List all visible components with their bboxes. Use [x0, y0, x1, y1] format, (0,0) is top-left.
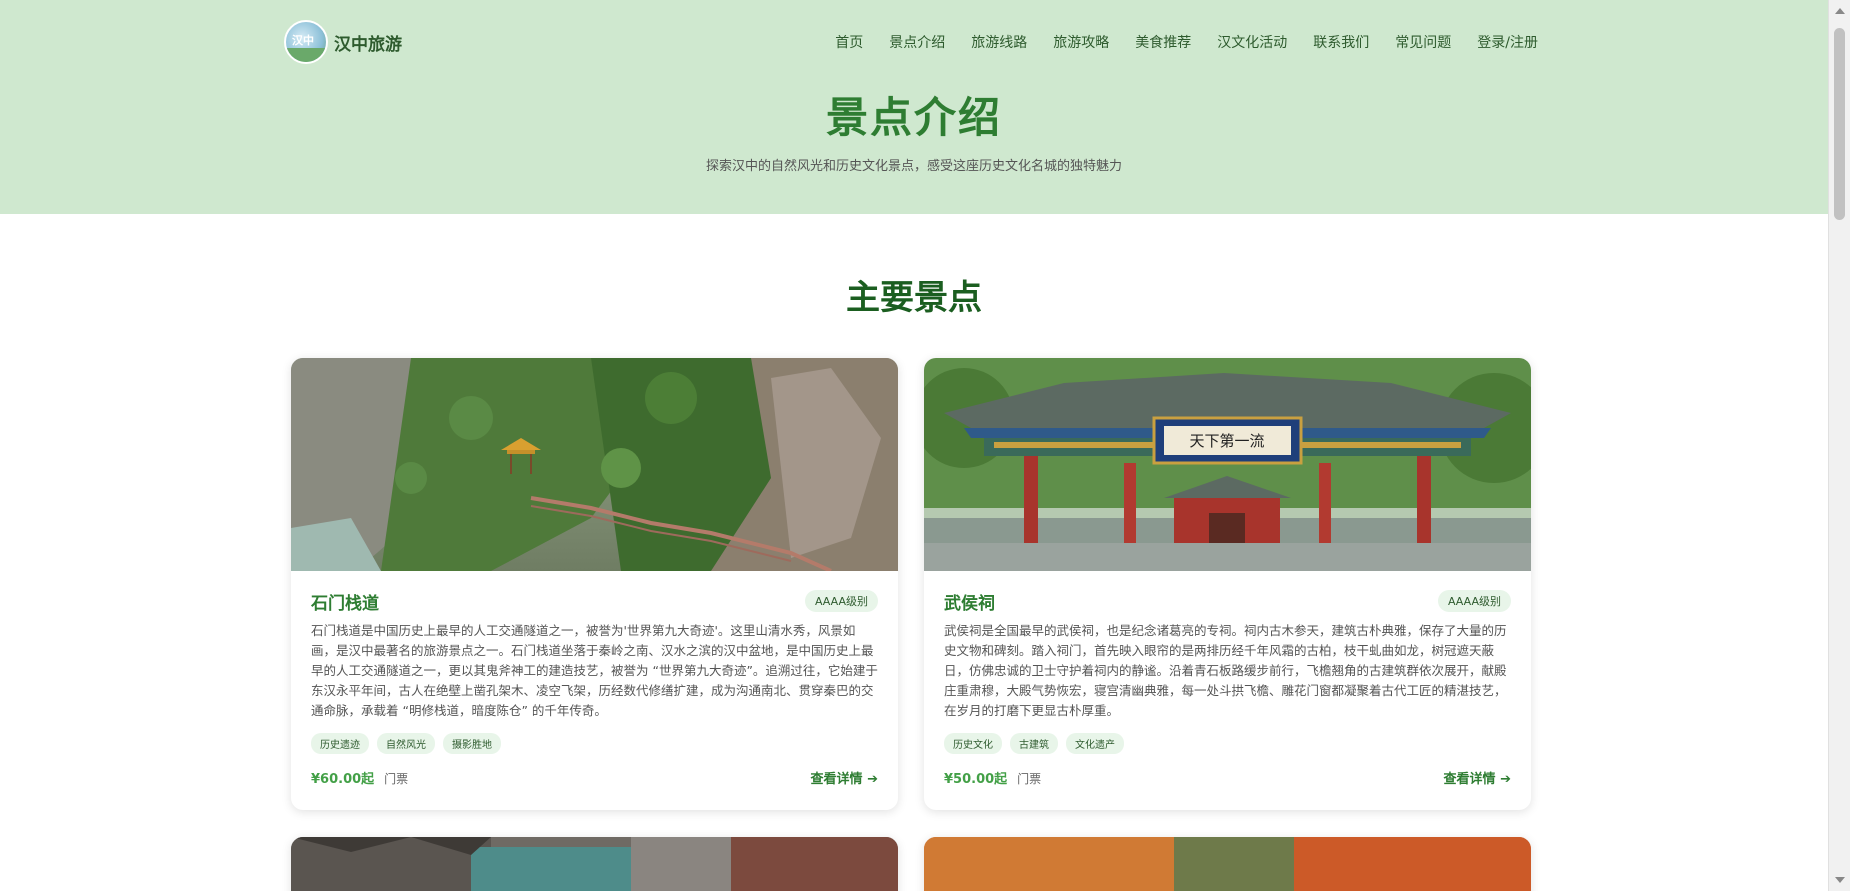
price-note: 门票	[384, 772, 409, 786]
attraction-card-partial-right	[924, 837, 1531, 891]
tag: 自然风光	[377, 733, 435, 754]
attraction-image-wuhouci: 天下第一流	[924, 358, 1531, 571]
cliff-plank-road-image	[291, 358, 898, 571]
tag: 摄影胜地	[443, 733, 501, 754]
attraction-name: 武侯祠	[944, 593, 995, 614]
nav-links: 首页 景点介绍 旅游线路 旅游攻略 美食推荐 汉文化活动 联系我们 常见问题 登…	[822, 32, 1538, 52]
brand-name: 汉中旅游	[334, 34, 402, 55]
view-details-link[interactable]: 查看详情 ➔	[1444, 768, 1511, 787]
tag: 文化遗产	[1066, 733, 1124, 754]
vertical-scrollbar[interactable]	[1828, 0, 1850, 891]
page-subtitle: 探索汉中的自然风光和历史文化景点，感受这座历史文化名城的独特魅力	[705, 159, 1122, 174]
scroll-down-icon[interactable]	[1835, 877, 1845, 883]
attraction-card-shimen: 石门栈道 AAAA级别 石门栈道是中国历史上最早的人工交通隧道之一，被誉为'世界…	[291, 358, 898, 810]
price-value: ¥60.00起	[311, 772, 375, 787]
nav-contact[interactable]: 联系我们	[1300, 32, 1382, 52]
ticket-price: ¥60.00起 门票	[311, 768, 408, 787]
attraction-description: 石门栈道是中国历史上最早的人工交通隧道之一，被誉为'世界第九大奇迹'。这里山清水…	[311, 623, 878, 718]
autumn-forest-image	[924, 837, 1531, 891]
attraction-name: 石门栈道	[311, 593, 379, 614]
price-note: 门票	[1017, 772, 1042, 786]
tag-list: 历史遗迹 自然风光 摄影胜地	[311, 733, 878, 754]
level-badge: AAAA级别	[804, 590, 878, 612]
nav-routes[interactable]: 旅游线路	[958, 32, 1040, 52]
tag: 历史遗迹	[311, 733, 369, 754]
level-badge: AAAA级别	[1437, 590, 1511, 612]
page-title: 景点介绍	[825, 93, 1002, 142]
nav-food[interactable]: 美食推荐	[1122, 32, 1204, 52]
ticket-price: ¥50.00起 门票	[944, 768, 1041, 787]
attraction-card-wuhouci: 天下第一流 武侯祠 AAAA级别 武侯祠是全国最早的武侯祠，也是纪念诸葛亮的专祠…	[924, 358, 1531, 810]
logo-icon: 汉中	[284, 20, 328, 64]
nav-attractions[interactable]: 景点介绍	[876, 32, 958, 52]
nav-faq[interactable]: 常见问题	[1382, 32, 1464, 52]
nav-han-culture[interactable]: 汉文化活动	[1204, 32, 1300, 52]
attraction-description: 武侯祠是全国最早的武侯祠，也是纪念诸葛亮的专祠。祠内古木参天，建筑古朴典雅，保存…	[944, 623, 1507, 718]
arrow-right-icon: ➔	[1500, 772, 1511, 787]
temple-gate-image: 天下第一流	[924, 358, 1531, 571]
arrow-right-icon: ➔	[867, 772, 878, 787]
attraction-card-partial-left	[291, 837, 898, 891]
brand[interactable]: 汉中 汉中旅游	[284, 20, 402, 64]
hero-banner: 汉中 汉中旅游 首页 景点介绍 旅游线路 旅游攻略 美食推荐 汉文化活动 联系我…	[0, 0, 1828, 214]
attraction-image-shimen	[291, 358, 898, 571]
nav-login[interactable]: 登录/注册	[1464, 32, 1538, 52]
top-navigation: 汉中 汉中旅游 首页 景点介绍 旅游线路 旅游攻略 美食推荐 汉文化活动 联系我…	[284, 12, 1538, 72]
tag: 古建筑	[1010, 733, 1058, 754]
old-town-image	[291, 837, 898, 891]
scroll-up-icon[interactable]	[1835, 8, 1845, 14]
section-title: 主要景点	[846, 278, 982, 318]
nav-home[interactable]: 首页	[822, 32, 876, 52]
gate-plaque-text: 天下第一流	[1189, 432, 1264, 450]
tag-list: 历史文化 古建筑 文化遗产	[944, 733, 1511, 754]
scrollbar-thumb[interactable]	[1834, 28, 1845, 220]
price-value: ¥50.00起	[944, 772, 1008, 787]
tag: 历史文化	[944, 733, 1002, 754]
view-details-link[interactable]: 查看详情 ➔	[811, 768, 878, 787]
nav-guides[interactable]: 旅游攻略	[1040, 32, 1122, 52]
